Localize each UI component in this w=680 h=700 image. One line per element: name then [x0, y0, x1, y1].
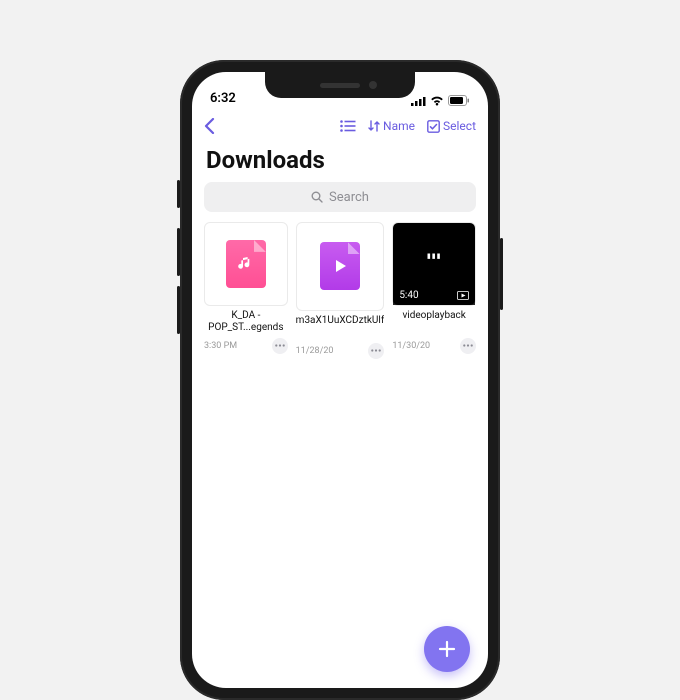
- screen: 6:32 Name Select: [192, 72, 488, 688]
- volume-down: [177, 286, 180, 334]
- add-button[interactable]: [424, 626, 470, 672]
- video-overlay-text: ▮▮▮: [427, 252, 442, 260]
- search-input[interactable]: Search: [204, 182, 476, 212]
- dots-icon: [371, 349, 381, 352]
- file-grid: K_DA - POP_ST...egends 3:30 PM m3aX1UuXC…: [192, 222, 488, 359]
- back-button[interactable]: [204, 118, 215, 134]
- notch: [265, 72, 415, 98]
- power-button: [500, 238, 503, 310]
- chevron-left-icon: [204, 118, 215, 134]
- mute-switch: [177, 180, 180, 208]
- select-button[interactable]: Select: [427, 119, 476, 133]
- toolbar: Name Select: [192, 108, 488, 144]
- signal-icon: [411, 96, 426, 106]
- file-item[interactable]: m3aX1UuXCDztkUlf 11/28/20: [296, 222, 385, 359]
- phone-frame: 6:32 Name Select: [180, 60, 500, 700]
- video-file-icon: [320, 242, 360, 290]
- music-file-icon: [226, 240, 266, 288]
- video-thumb: ▮▮▮ 5:40: [392, 222, 476, 306]
- more-button[interactable]: [368, 343, 384, 359]
- sort-icon: [368, 120, 380, 132]
- file-date: 11/28/20: [296, 346, 334, 356]
- page-title: Downloads: [192, 144, 488, 182]
- file-date: 11/30/20: [392, 341, 430, 351]
- file-item[interactable]: K_DA - POP_ST...egends 3:30 PM: [204, 222, 288, 359]
- video-duration: 5:40: [399, 290, 418, 301]
- file-thumb: [204, 222, 288, 306]
- view-toggle-button[interactable]: [340, 120, 356, 132]
- file-name: videoplayback: [392, 310, 476, 334]
- more-button[interactable]: [460, 338, 476, 354]
- wifi-icon: [430, 96, 444, 106]
- battery-icon: [448, 95, 470, 106]
- status-time: 6:32: [210, 91, 236, 106]
- dots-icon: [275, 344, 285, 347]
- video-badge-icon: [457, 291, 469, 300]
- search-icon: [311, 191, 323, 203]
- file-thumb: [296, 222, 385, 311]
- select-label: Select: [443, 119, 476, 133]
- file-item[interactable]: ▮▮▮ 5:40 videoplayback 11/30/20: [392, 222, 476, 359]
- list-icon: [340, 120, 356, 132]
- sort-label: Name: [383, 119, 415, 133]
- dots-icon: [463, 344, 473, 347]
- sort-button[interactable]: Name: [368, 119, 415, 133]
- volume-up: [177, 228, 180, 276]
- checkbox-icon: [427, 120, 440, 133]
- plus-icon: [437, 639, 457, 659]
- status-indicators: [411, 95, 470, 106]
- more-button[interactable]: [272, 338, 288, 354]
- search-placeholder: Search: [329, 190, 369, 205]
- file-name: m3aX1UuXCDztkUlf: [296, 315, 385, 339]
- file-date: 3:30 PM: [204, 341, 237, 351]
- file-name: K_DA - POP_ST...egends: [204, 310, 288, 334]
